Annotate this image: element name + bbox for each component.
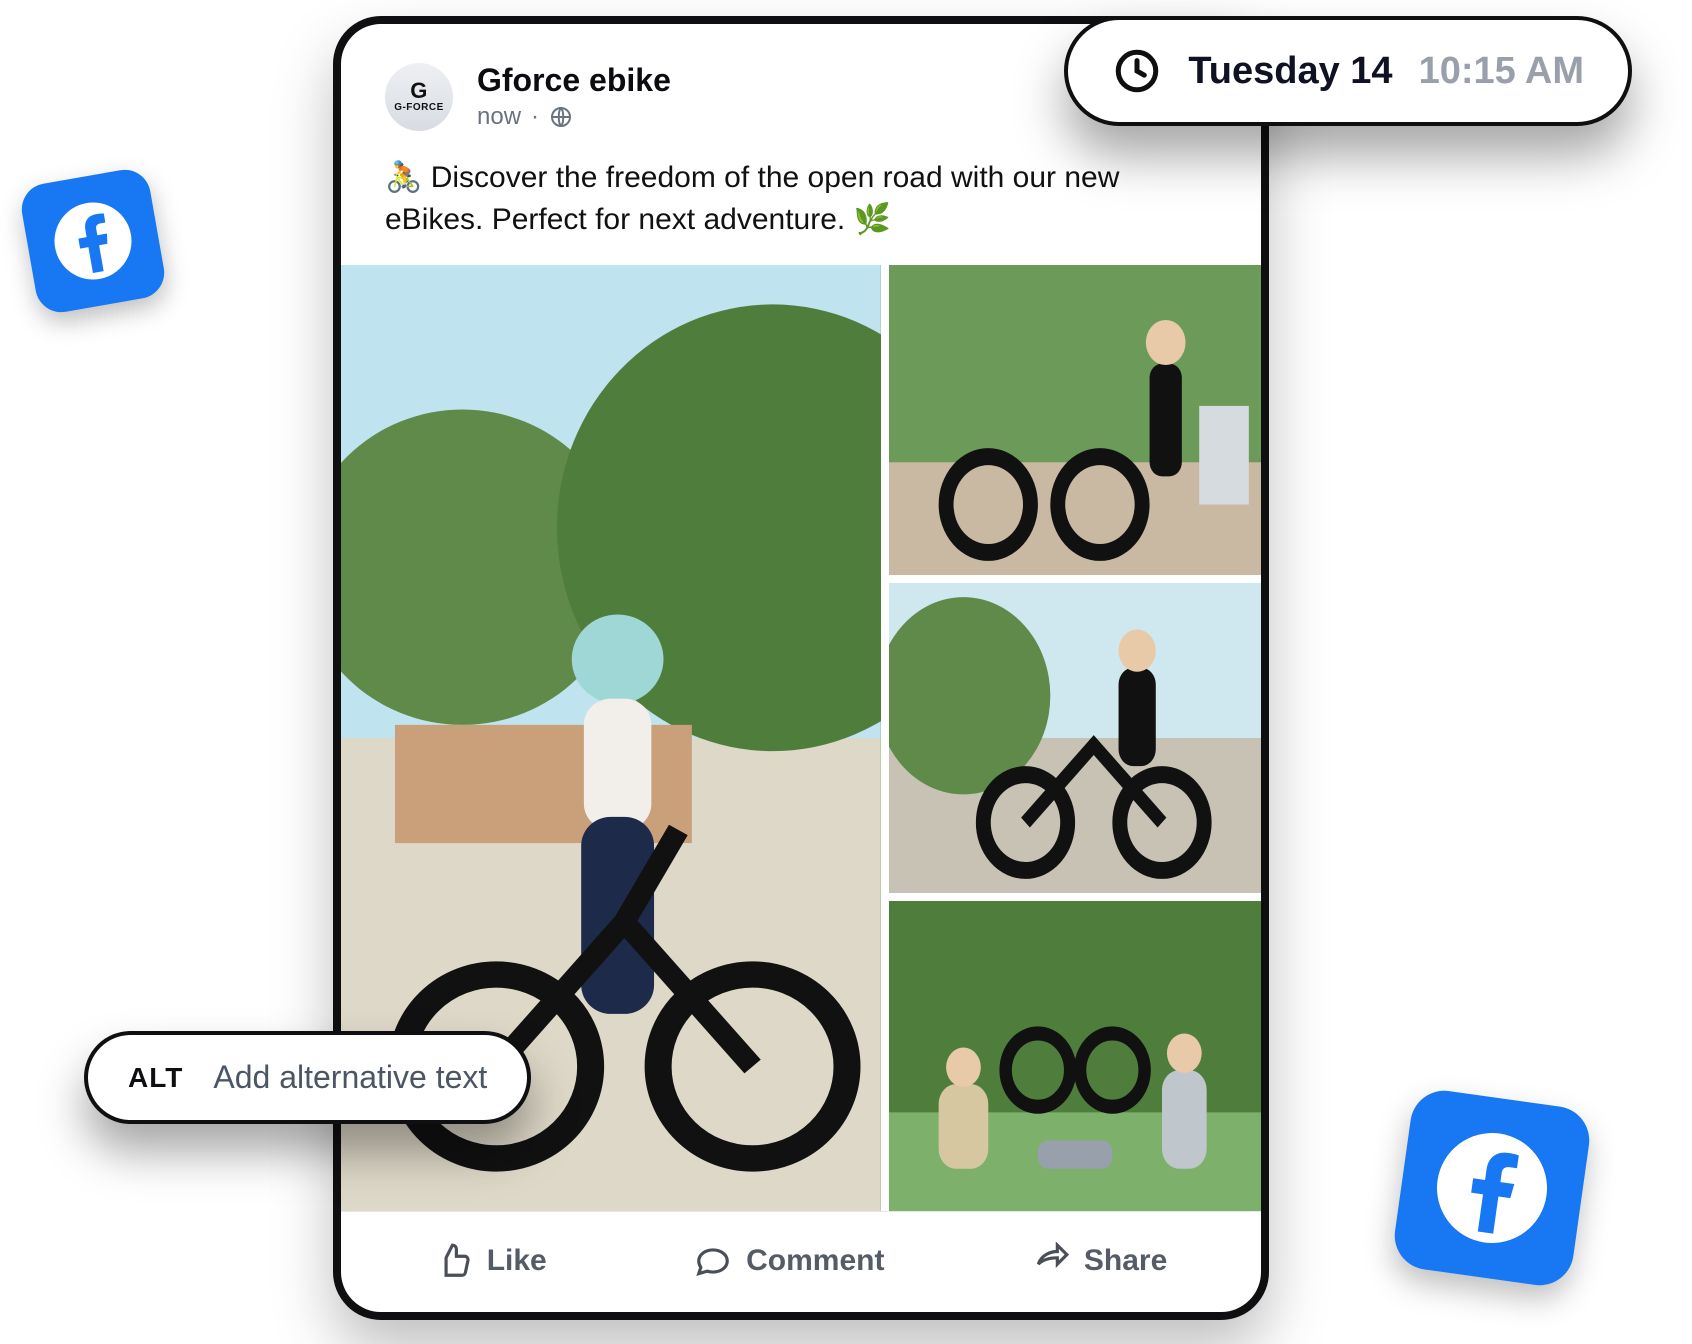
post-author[interactable]: Gforce ebike: [477, 62, 671, 99]
globe-icon[interactable]: [549, 105, 573, 129]
like-button[interactable]: Like: [435, 1242, 547, 1280]
alt-text-pill[interactable]: ALT Add alternative text: [84, 1031, 531, 1124]
alt-badge: ALT: [128, 1062, 183, 1094]
alt-label: Add alternative text: [213, 1059, 487, 1096]
share-icon: [1032, 1242, 1070, 1280]
post-timestamp[interactable]: now: [477, 103, 521, 131]
avatar-brand: G-FORCE: [394, 102, 444, 113]
share-button[interactable]: Share: [1032, 1242, 1167, 1280]
meta-separator: ·: [531, 103, 539, 131]
clock-icon: [1112, 46, 1162, 96]
like-icon: [435, 1242, 473, 1280]
post-actions: Like Comment Share: [341, 1211, 1261, 1312]
schedule-date: Tuesday 14: [1188, 50, 1392, 93]
comment-button[interactable]: Comment: [694, 1242, 884, 1280]
schedule-time: 10:15 AM: [1419, 50, 1584, 93]
avatar[interactable]: G G-FORCE: [385, 63, 453, 131]
post-meta: now ·: [477, 103, 671, 131]
facebook-icon: [18, 166, 169, 317]
schedule-pill[interactable]: Tuesday 14 10:15 AM: [1064, 16, 1632, 126]
comment-icon: [694, 1242, 732, 1280]
post-image-3[interactable]: [889, 583, 1261, 893]
avatar-letter: G: [410, 80, 428, 102]
post-image-4[interactable]: [889, 901, 1261, 1211]
post-header-text: Gforce ebike now ·: [477, 62, 671, 131]
facebook-icon: [1390, 1086, 1593, 1289]
comment-label: Comment: [746, 1244, 884, 1278]
post-image-2[interactable]: [889, 265, 1261, 575]
like-label: Like: [487, 1244, 547, 1278]
share-label: Share: [1084, 1244, 1167, 1278]
facebook-post-card: G G-FORCE Gforce ebike now · 🚴 Discover …: [333, 16, 1269, 1320]
post-content: 🚴 Discover the freedom of the open road …: [341, 149, 1261, 265]
